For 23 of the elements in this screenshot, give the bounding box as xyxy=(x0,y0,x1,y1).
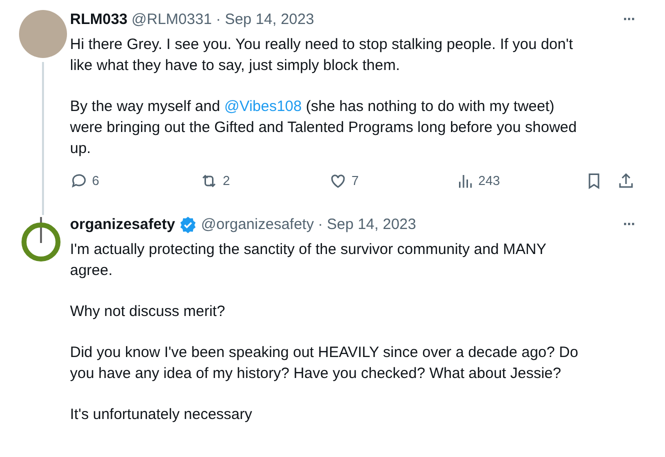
tweet-text: Did you know I've been speaking out HEAVILY since over a decade ago? Do you have any idea of my history? Have you checked? What about Jessie? xyxy=(70,343,580,384)
reply-icon[interactable] xyxy=(70,172,88,190)
reply-count[interactable]: 6 xyxy=(92,173,100,189)
more-button[interactable]: ··· xyxy=(623,215,647,235)
author-handle[interactable]: @organizesafety xyxy=(201,215,314,235)
separator-dot: · xyxy=(216,10,221,30)
more-button[interactable]: ··· xyxy=(623,10,647,30)
tweet-text: Why not discuss merit? xyxy=(70,302,226,322)
view-count[interactable]: 243 xyxy=(478,173,500,189)
tweet-text: By the way myself and @Vibes108 (she has nothing to do with my tweet) were bringing out the Gifted and Talented Programs long before you showed up. xyxy=(70,97,578,159)
author-name[interactable]: RLM033 xyxy=(70,10,128,30)
separator-dot: · xyxy=(318,215,323,235)
tweet-date[interactable]: Sep 14, 2023 xyxy=(326,215,416,235)
tweet-text: It's unfortunately necessary xyxy=(70,405,254,425)
author-handle[interactable]: @RLM0331 xyxy=(132,10,212,30)
tweet-date[interactable]: Sep 14, 2023 xyxy=(224,10,314,30)
author-name[interactable]: organizesafety xyxy=(70,215,176,235)
share-icon[interactable] xyxy=(617,171,635,191)
tweet-text: Hi there Grey. I see you. You really need to stop stalking people. If you don't like what they have to say, just simply block them. xyxy=(70,35,574,76)
bar-chart-icon[interactable] xyxy=(456,172,474,190)
repost-count[interactable]: 2 xyxy=(222,173,230,189)
like-count[interactable]: 7 xyxy=(352,173,359,189)
tweet-text: I'm actually protecting the sanctity of the survivor community and MANY agree. xyxy=(70,240,548,281)
